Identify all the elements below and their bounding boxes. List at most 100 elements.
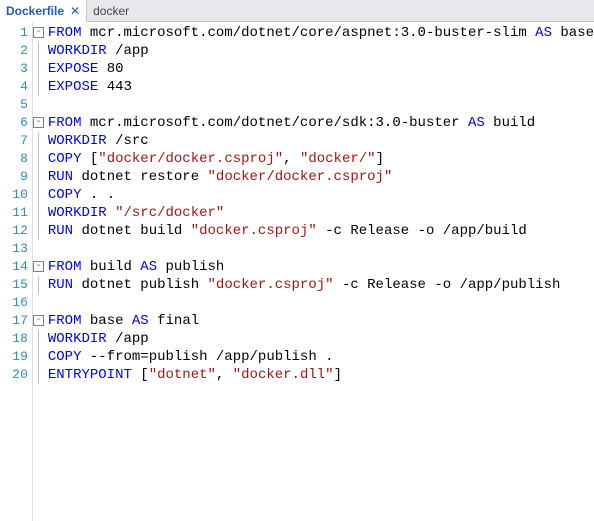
token-kw: COPY bbox=[48, 151, 82, 167]
line-number: 20 bbox=[0, 366, 28, 384]
fold-guide bbox=[33, 330, 44, 348]
editor-window: Dockerfile ✕ docker 12345678910111213141… bbox=[0, 0, 594, 521]
fold-guide bbox=[33, 240, 44, 258]
code-line[interactable] bbox=[48, 96, 594, 114]
code-line[interactable]: ENTRYPOINT ["dotnet", "docker.dll"] bbox=[48, 366, 594, 384]
code-line[interactable]: WORKDIR /app bbox=[48, 330, 594, 348]
close-icon[interactable]: ✕ bbox=[70, 4, 80, 18]
fold-guide bbox=[33, 222, 44, 240]
token-plain: [ bbox=[132, 367, 149, 383]
line-number: 7 bbox=[0, 132, 28, 150]
token-str: "docker.dll" bbox=[233, 367, 334, 383]
token-str: "docker/docker.csproj" bbox=[208, 169, 393, 185]
fold-guide bbox=[33, 150, 44, 168]
code-line[interactable] bbox=[48, 240, 594, 258]
code-line[interactable]: RUN dotnet publish "docker.csproj" -c Re… bbox=[48, 276, 594, 294]
line-number: 8 bbox=[0, 150, 28, 168]
token-kw: COPY bbox=[48, 187, 82, 203]
token-plain: dotnet publish bbox=[73, 277, 207, 293]
token-plain: build bbox=[81, 259, 140, 275]
fold-guide bbox=[33, 348, 44, 366]
token-plain bbox=[107, 205, 115, 221]
tab-label: Dockerfile bbox=[6, 4, 64, 18]
code-content[interactable]: FROM mcr.microsoft.com/dotnet/core/aspne… bbox=[44, 22, 594, 521]
code-line[interactable]: WORKDIR "/src/docker" bbox=[48, 204, 594, 222]
fold-guide bbox=[33, 168, 44, 186]
tab-label: docker bbox=[93, 4, 129, 18]
code-line[interactable]: FROM mcr.microsoft.com/dotnet/core/aspne… bbox=[48, 24, 594, 42]
tab-bar: Dockerfile ✕ docker bbox=[0, 0, 594, 22]
line-number: 5 bbox=[0, 96, 28, 114]
fold-toggle-icon[interactable] bbox=[33, 312, 44, 330]
token-kw: WORKDIR bbox=[48, 331, 107, 347]
token-plain: -c Release -o /app/build bbox=[317, 223, 527, 239]
token-kw: RUN bbox=[48, 223, 73, 239]
token-str: "docker.csproj" bbox=[191, 223, 317, 239]
token-plain: , bbox=[216, 367, 233, 383]
line-number: 1 bbox=[0, 24, 28, 42]
token-plain: /app bbox=[107, 331, 149, 347]
token-plain: -c Release -o /app/publish bbox=[334, 277, 561, 293]
fold-guide bbox=[33, 366, 44, 384]
fold-guide bbox=[33, 204, 44, 222]
token-kw: WORKDIR bbox=[48, 43, 107, 59]
token-str: "/src/docker" bbox=[115, 205, 224, 221]
token-plain: ] bbox=[376, 151, 384, 167]
fold-guide bbox=[33, 96, 44, 114]
line-number: 2 bbox=[0, 42, 28, 60]
token-plain: /app bbox=[107, 43, 149, 59]
code-editor[interactable]: 1234567891011121314151617181920 FROM mcr… bbox=[0, 22, 594, 521]
token-plain: dotnet restore bbox=[73, 169, 207, 185]
line-number: 12 bbox=[0, 222, 28, 240]
token-kw: FROM bbox=[48, 115, 82, 131]
code-line[interactable]: EXPOSE 443 bbox=[48, 78, 594, 96]
token-plain: , bbox=[283, 151, 300, 167]
fold-toggle-icon[interactable] bbox=[33, 114, 44, 132]
code-line[interactable] bbox=[48, 294, 594, 312]
code-line[interactable]: FROM mcr.microsoft.com/dotnet/core/sdk:3… bbox=[48, 114, 594, 132]
line-number: 17 bbox=[0, 312, 28, 330]
token-plain: mcr.microsoft.com/dotnet/core/aspnet:3.0… bbox=[81, 25, 535, 41]
token-plain: 80 bbox=[98, 61, 123, 77]
code-line[interactable]: WORKDIR /src bbox=[48, 132, 594, 150]
code-line[interactable]: FROM build AS publish bbox=[48, 258, 594, 276]
code-line[interactable]: EXPOSE 80 bbox=[48, 60, 594, 78]
line-number: 3 bbox=[0, 60, 28, 78]
line-number: 15 bbox=[0, 276, 28, 294]
fold-guide bbox=[33, 132, 44, 150]
token-kw: RUN bbox=[48, 277, 73, 293]
token-plain: base bbox=[552, 25, 594, 41]
token-str: "docker/docker.csproj" bbox=[98, 151, 283, 167]
code-line[interactable]: COPY ["docker/docker.csproj", "docker/"] bbox=[48, 150, 594, 168]
token-plain: /src bbox=[107, 133, 149, 149]
code-line[interactable]: FROM base AS final bbox=[48, 312, 594, 330]
token-str: "docker.csproj" bbox=[208, 277, 334, 293]
token-plain: publish bbox=[157, 259, 224, 275]
line-number: 18 bbox=[0, 330, 28, 348]
token-plain: --from=publish /app/publish . bbox=[81, 349, 333, 365]
code-line[interactable]: COPY . . bbox=[48, 186, 594, 204]
line-number: 10 bbox=[0, 186, 28, 204]
token-kw: ENTRYPOINT bbox=[48, 367, 132, 383]
code-line[interactable]: COPY --from=publish /app/publish . bbox=[48, 348, 594, 366]
code-line[interactable]: WORKDIR /app bbox=[48, 42, 594, 60]
fold-toggle-icon[interactable] bbox=[33, 24, 44, 42]
line-number: 16 bbox=[0, 294, 28, 312]
token-kw: AS bbox=[535, 25, 552, 41]
token-kw: WORKDIR bbox=[48, 205, 107, 221]
line-number: 19 bbox=[0, 348, 28, 366]
fold-toggle-icon[interactable] bbox=[33, 258, 44, 276]
fold-guide bbox=[33, 42, 44, 60]
token-plain: ] bbox=[334, 367, 342, 383]
code-line[interactable]: RUN dotnet restore "docker/docker.csproj… bbox=[48, 168, 594, 186]
tab-docker[interactable]: docker bbox=[87, 0, 135, 22]
fold-column bbox=[33, 22, 44, 521]
token-plain: base bbox=[81, 313, 131, 329]
line-number: 11 bbox=[0, 204, 28, 222]
token-plain: 443 bbox=[98, 79, 132, 95]
token-plain: dotnet build bbox=[73, 223, 191, 239]
fold-guide bbox=[33, 60, 44, 78]
code-line[interactable]: RUN dotnet build "docker.csproj" -c Rele… bbox=[48, 222, 594, 240]
tab-dockerfile[interactable]: Dockerfile ✕ bbox=[0, 0, 87, 22]
token-plain: final bbox=[149, 313, 199, 329]
